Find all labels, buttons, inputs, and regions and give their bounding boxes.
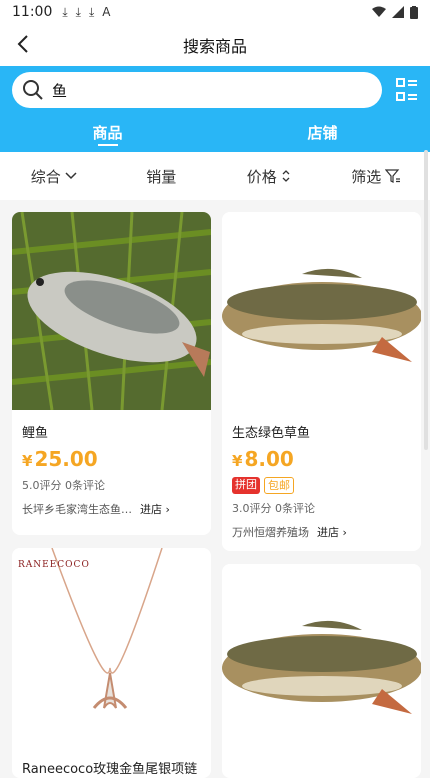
product-card[interactable]: 鲤鱼 ¥25.00 5.0评分 0条评论 长坪乡毛家湾生态鱼… 进店 › <box>12 212 211 535</box>
chevron-down-icon <box>65 172 77 180</box>
brand-logo: RANEECOCO <box>18 560 90 570</box>
sort-comprehensive[interactable]: 综合 <box>0 166 108 187</box>
signal-icon <box>392 6 404 18</box>
back-icon[interactable] <box>12 32 36 56</box>
product-card[interactable]: RANEECOCO Raneecoco玫瑰金鱼尾银项链 <box>12 548 211 778</box>
sort-bar: 综合 销量 价格 筛选 <box>0 152 430 200</box>
product-image <box>12 212 211 410</box>
sort-arrows-icon <box>281 169 291 183</box>
shop-name: 万州恒熠养殖场 <box>232 524 309 540</box>
currency-symbol: ¥ <box>22 452 32 470</box>
tab-bar: 商品 店铺 <box>0 118 430 152</box>
product-rating: 5.0评分 0条评论 <box>22 477 201 493</box>
product-price-value: 25.00 <box>34 447 97 471</box>
tab-products[interactable]: 商品 <box>0 118 215 152</box>
sort-label: 销量 <box>146 166 176 187</box>
product-price: ¥8.00 <box>232 447 411 471</box>
search-icon <box>22 79 44 101</box>
sort-label: 价格 <box>247 166 277 187</box>
status-indicator: A <box>102 5 110 19</box>
enter-shop-label: 进店 <box>140 503 162 516</box>
product-badges: 拼团 包邮 <box>232 477 411 494</box>
shop-row: 万州恒熠养殖场 进店 › <box>232 524 411 540</box>
enter-shop-label: 进店 <box>317 526 339 539</box>
wifi-icon <box>372 6 386 18</box>
download-icon: ⤓ <box>89 5 94 20</box>
search-value: 鱼 <box>52 80 67 101</box>
status-bar: 11:00 ⤓ ⤓ ⤓ A <box>0 0 430 24</box>
group-buy-badge: 拼团 <box>232 477 260 494</box>
product-name: Raneecoco玫瑰金鱼尾银项链 <box>22 758 201 777</box>
list-layout-icon[interactable] <box>396 78 418 102</box>
sort-label: 综合 <box>31 166 61 187</box>
enter-shop-link[interactable]: 进店 › <box>317 524 347 540</box>
product-card[interactable] <box>222 564 421 778</box>
sort-filter[interactable]: 筛选 <box>323 166 430 187</box>
product-price-value: 8.00 <box>244 447 293 471</box>
page-title: 搜索商品 <box>183 33 247 57</box>
search-header: 鱼 商品 店铺 <box>0 66 430 152</box>
product-rating: 3.0评分 0条评论 <box>232 500 411 516</box>
free-shipping-badge: 包邮 <box>264 477 294 494</box>
product-image <box>222 564 421 762</box>
product-image: RANEECOCO <box>12 548 211 746</box>
download-icon: ⤓ <box>76 5 81 20</box>
battery-icon <box>410 6 418 19</box>
enter-shop-link[interactable]: 进店 › <box>140 501 170 517</box>
filter-icon <box>385 168 401 184</box>
tab-shops[interactable]: 店铺 <box>215 118 430 152</box>
product-name: 鲤鱼 <box>22 422 201 441</box>
product-price: ¥25.00 <box>22 447 201 471</box>
search-input[interactable]: 鱼 <box>12 72 382 108</box>
title-bar: 搜索商品 <box>0 24 430 66</box>
product-name: 生态绿色草鱼 <box>232 422 411 441</box>
sort-price[interactable]: 价格 <box>215 166 323 187</box>
status-icons <box>372 6 418 19</box>
product-card[interactable]: 生态绿色草鱼 ¥8.00 拼团 包邮 3.0评分 0条评论 万州恒熠养殖场 进店… <box>222 212 421 551</box>
shop-row: 长坪乡毛家湾生态鱼… 进店 › <box>22 501 201 517</box>
status-time: 11:00 <box>12 4 52 20</box>
scrollbar[interactable] <box>424 150 428 450</box>
currency-symbol: ¥ <box>232 452 242 470</box>
download-icon: ⤓ <box>62 5 67 20</box>
sort-label: 筛选 <box>351 166 381 187</box>
product-image <box>222 212 421 410</box>
sort-sales[interactable]: 销量 <box>108 166 216 187</box>
shop-name: 长坪乡毛家湾生态鱼… <box>22 501 132 517</box>
